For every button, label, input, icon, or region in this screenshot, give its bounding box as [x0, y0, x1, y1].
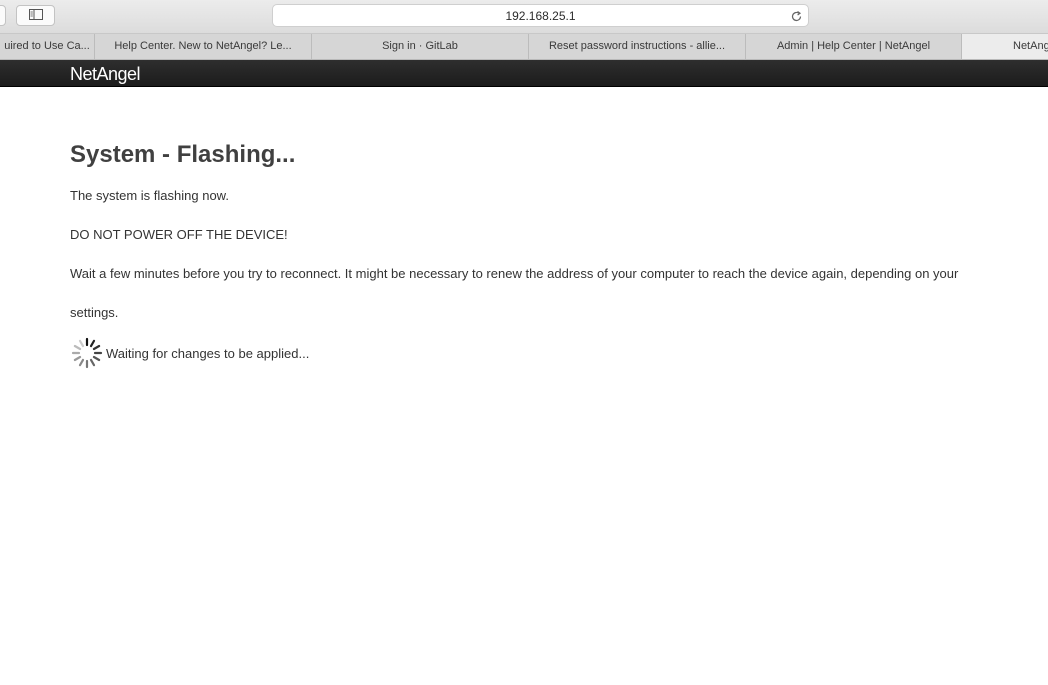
- sidebar-toggle-icon: [28, 7, 43, 25]
- site-header: NetAngel: [0, 60, 1048, 87]
- tab-label: Reset password instructions - allie...: [548, 40, 726, 52]
- tab-admin-help-center[interactable]: Admin | Help Center | NetAngel: [746, 34, 962, 59]
- tab-required-use[interactable]: uired to Use Ca...: [0, 34, 95, 59]
- main-content: System - Flashing... The system is flash…: [70, 140, 990, 370]
- tab-label: uired to Use Ca...: [4, 40, 90, 52]
- tab-bar: uired to Use Ca... Help Center. New to N…: [0, 34, 1048, 60]
- address-bar[interactable]: 192.168.25.1: [272, 4, 809, 27]
- tab-label: NetAngel: [1013, 40, 1048, 52]
- reload-icon[interactable]: [788, 8, 804, 24]
- brand-logo[interactable]: NetAngel: [70, 64, 141, 85]
- tab-gitlab-sign-in[interactable]: Sign in · GitLab: [312, 34, 529, 59]
- tab-netangel-active[interactable]: NetAngel: [962, 34, 1048, 59]
- browser-toolbar: 192.168.25.1: [0, 0, 1048, 34]
- tab-label: Help Center. New to NetAngel? Le...: [114, 40, 292, 52]
- tab-reset-password[interactable]: Reset password instructions - allie...: [529, 34, 746, 59]
- flashing-status-text: The system is flashing now.: [70, 188, 229, 203]
- warning-text: DO NOT POWER OFF THE DEVICE!: [70, 227, 288, 242]
- waiting-indicator: Waiting for changes to be applied...: [70, 336, 990, 370]
- back-button[interactable]: [0, 5, 6, 26]
- url-text: 192.168.25.1: [505, 8, 576, 23]
- reconnect-instructions: Wait a few minutes before you try to rec…: [70, 266, 959, 320]
- page-title: System - Flashing...: [70, 141, 296, 168]
- loading-spinner-icon: [70, 336, 104, 370]
- sidebar-toggle-button[interactable]: [16, 5, 55, 26]
- waiting-text: Waiting for changes to be applied...: [106, 345, 310, 361]
- tab-label: Admin | Help Center | NetAngel: [776, 40, 931, 52]
- tab-label: Sign in · GitLab: [382, 40, 458, 52]
- tab-help-center-new[interactable]: Help Center. New to NetAngel? Le...: [95, 34, 312, 59]
